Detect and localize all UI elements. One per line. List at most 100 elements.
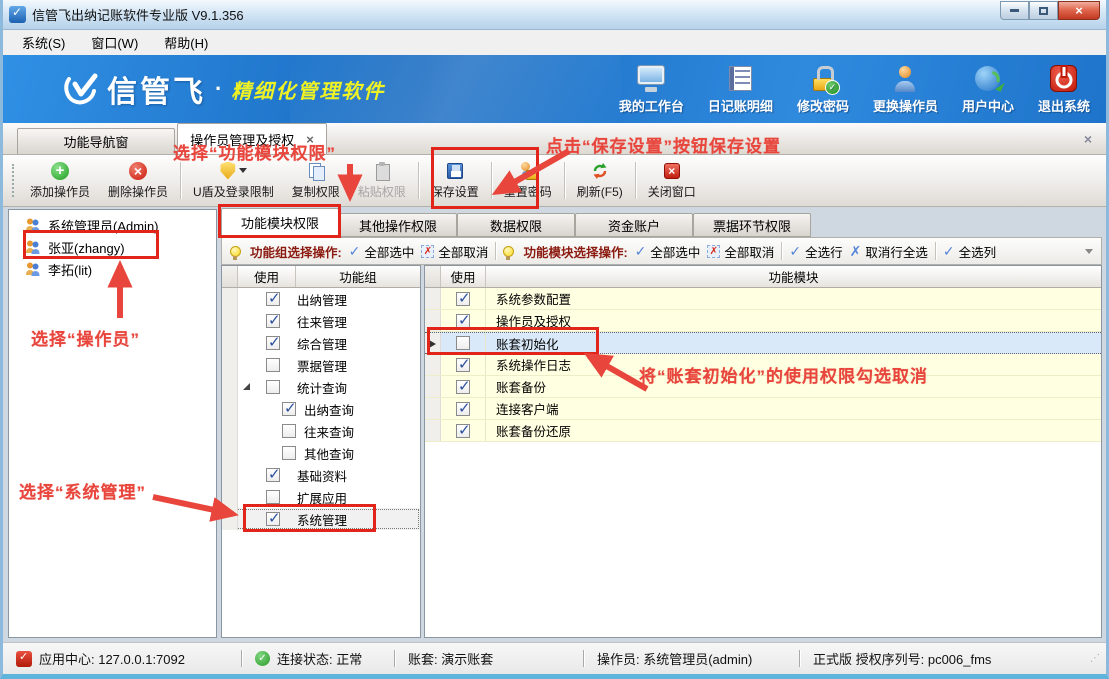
tab-data-permissions-label: 数据权限 xyxy=(490,216,542,235)
use-checkbox[interactable] xyxy=(456,292,470,306)
row-marker xyxy=(425,420,441,441)
tab-data-permissions[interactable]: 数据权限 xyxy=(457,213,575,237)
title-bar: 信管飞出纳记账软件专业版 V9.1.356 × xyxy=(3,0,1106,30)
group-select-all-button[interactable]: ✓全部选中 xyxy=(349,242,415,261)
use-checkbox[interactable] xyxy=(266,358,280,372)
tab-fund-accounts[interactable]: 资金账户 xyxy=(575,213,693,237)
cancel-icon: ✗ xyxy=(707,245,720,258)
use-checkbox[interactable] xyxy=(266,292,280,306)
use-checkbox[interactable] xyxy=(266,490,280,504)
use-checkbox[interactable] xyxy=(266,336,280,350)
menu-help[interactable]: 帮助(H) xyxy=(151,30,221,55)
function-group-row[interactable]: 往来查询 xyxy=(222,420,420,442)
use-checkbox[interactable] xyxy=(282,402,296,416)
tab-module-permissions[interactable]: 功能模块权限 xyxy=(221,208,339,237)
function-group-row[interactable]: 统计查询 xyxy=(222,376,420,398)
switch-operator-button[interactable]: 更换操作员 xyxy=(873,63,938,115)
operator-tree-item[interactable]: 张亚(zhangy) xyxy=(9,236,216,258)
maximize-button[interactable] xyxy=(1029,1,1058,20)
row-marker xyxy=(425,333,441,353)
save-settings-button[interactable]: 保存设置 xyxy=(422,155,488,206)
function-module-row[interactable]: 系统参数配置 xyxy=(425,288,1101,310)
row-marker xyxy=(222,310,238,332)
function-module-row[interactable]: 账套备份还原 xyxy=(425,420,1101,442)
minimize-button[interactable] xyxy=(1000,1,1029,20)
exit-system-button[interactable]: 退出系统 xyxy=(1038,63,1090,115)
cancel-icon: ✗ xyxy=(421,245,434,258)
brand-separator: · xyxy=(215,76,222,102)
marker-column-header xyxy=(425,266,441,287)
power-icon xyxy=(1047,63,1081,93)
close-window-button[interactable]: 关闭窗口 xyxy=(639,155,705,206)
delete-operator-button[interactable]: 删除操作员 xyxy=(99,155,177,206)
reset-password-button[interactable]: 重置密码 xyxy=(495,155,561,206)
use-checkbox[interactable] xyxy=(266,468,280,482)
use-checkbox[interactable] xyxy=(266,512,280,526)
use-checkbox[interactable] xyxy=(456,314,470,328)
journal-detail-button[interactable]: 日记账明细 xyxy=(708,63,773,115)
globe-icon xyxy=(971,63,1005,93)
reset-password-icon xyxy=(519,162,537,180)
function-group-row[interactable]: 票据管理 xyxy=(222,354,420,376)
use-checkbox[interactable] xyxy=(456,402,470,416)
use-checkbox[interactable] xyxy=(456,358,470,372)
module-cancel-all-button[interactable]: ✗全部取消 xyxy=(707,242,774,261)
window-controls: × xyxy=(1000,1,1100,20)
function-group-row[interactable]: 扩展应用 xyxy=(222,486,420,508)
dropdown-arrow-icon[interactable] xyxy=(239,168,247,173)
cancel-row-selection-button[interactable]: ✗取消行全选 xyxy=(850,242,928,261)
selbar-dropdown-icon[interactable] xyxy=(1085,249,1093,254)
tab-fund-accounts-label: 资金账户 xyxy=(608,216,660,235)
close-button[interactable]: × xyxy=(1058,1,1100,20)
window-title: 信管飞出纳记账软件专业版 V9.1.356 xyxy=(32,5,244,24)
use-checkbox[interactable] xyxy=(282,446,296,460)
user-center-button[interactable]: 用户中心 xyxy=(962,63,1014,115)
use-checkbox[interactable] xyxy=(266,314,280,328)
my-workbench-button[interactable]: 我的工作台 xyxy=(619,63,684,115)
menu-system[interactable]: 系统(S) xyxy=(9,30,78,55)
refresh-button[interactable]: 刷新(F5) xyxy=(568,155,632,206)
function-module-row[interactable]: 连接客户端 xyxy=(425,398,1101,420)
selbar-separator xyxy=(935,242,936,260)
select-all-columns-button[interactable]: ✓全选列 xyxy=(943,242,996,261)
use-checkbox[interactable] xyxy=(456,380,470,394)
use-checkbox[interactable] xyxy=(282,424,296,438)
function-group-row[interactable]: 往来管理 xyxy=(222,310,420,332)
select-all-rows-button[interactable]: ✓全选行 xyxy=(789,242,842,261)
tree-expand-icon[interactable] xyxy=(243,383,250,390)
function-group-row[interactable]: 其他查询 xyxy=(222,442,420,464)
operator-tree-item[interactable]: 李拓(lit) xyxy=(9,258,216,280)
tab-other-permissions[interactable]: 其他操作权限 xyxy=(339,213,457,237)
use-column-header: 使用 xyxy=(238,266,296,287)
function-group-row[interactable]: 系统管理 xyxy=(222,508,420,530)
add-operator-button[interactable]: 添加操作员 xyxy=(21,155,99,206)
change-password-button[interactable]: 修改密码 xyxy=(797,63,849,115)
use-checkbox[interactable] xyxy=(456,424,470,438)
use-checkbox[interactable] xyxy=(456,336,470,350)
function-group-row[interactable]: 出纳管理 xyxy=(222,288,420,310)
function-group-row[interactable]: 综合管理 xyxy=(222,332,420,354)
menu-window[interactable]: 窗口(W) xyxy=(78,30,151,55)
annotation-select-operator: 选择“操作员” xyxy=(31,325,140,350)
module-select-all-button[interactable]: ✓全部选中 xyxy=(635,242,701,261)
user-center-label: 用户中心 xyxy=(962,96,1014,115)
function-group-row[interactable]: 基础资料 xyxy=(222,464,420,486)
toolbar-separator xyxy=(635,162,636,199)
main-area: 系统管理员(Admin)张亚(zhangy)李拓(lit) 功能模块权限 其他操… xyxy=(3,207,1106,642)
row-marker xyxy=(425,376,441,397)
function-group-row[interactable]: 出纳查询 xyxy=(222,398,420,420)
function-module-row[interactable]: 操作员及授权 xyxy=(425,310,1101,332)
app-center-text: 应用中心: 127.0.0.1:7092 xyxy=(39,649,185,668)
group-cancel-all-button[interactable]: ✗全部取消 xyxy=(421,242,488,261)
function-group-grid: 使用 功能组 出纳管理往来管理综合管理票据管理统计查询出纳查询往来查询其他查询基… xyxy=(221,265,421,638)
check-icon: ✓ xyxy=(789,244,801,258)
tabstrip-close-icon[interactable]: × xyxy=(1084,131,1092,147)
operator-tree-item[interactable]: 系统管理员(Admin) xyxy=(9,214,216,236)
tab-bill-stage-permissions[interactable]: 票据环节权限 xyxy=(693,213,811,237)
use-column-header: 使用 xyxy=(441,266,486,287)
close-icon: × xyxy=(1075,4,1083,17)
annotation-select-sysmgmt: 选择“系统管理” xyxy=(19,478,146,503)
tab-function-navigator[interactable]: 功能导航窗 xyxy=(17,128,175,154)
use-checkbox[interactable] xyxy=(266,380,280,394)
function-module-row[interactable]: 账套初始化 xyxy=(425,332,1101,354)
